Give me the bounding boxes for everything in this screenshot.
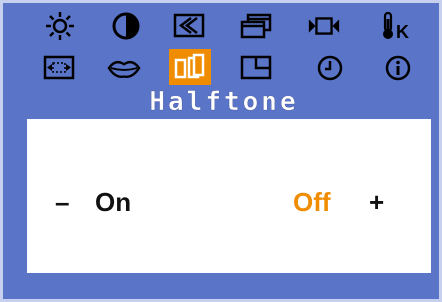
halftone-icon[interactable] <box>169 49 211 85</box>
osd-menu: K Halftone – On Off + <box>0 0 442 302</box>
image-position-icon[interactable] <box>173 11 207 41</box>
clock-icon[interactable] <box>313 53 347 83</box>
increase-button[interactable]: + <box>369 187 384 218</box>
temp-unit-label: K <box>396 22 409 41</box>
pip-icon[interactable] <box>239 53 273 83</box>
option-off[interactable]: Off <box>293 187 331 218</box>
contrast-icon[interactable] <box>109 11 143 41</box>
video-icon[interactable] <box>307 11 341 41</box>
option-on[interactable]: On <box>95 187 131 218</box>
window-icon[interactable] <box>239 11 273 41</box>
option-panel: – On Off + <box>27 119 431 273</box>
submenu-title: Halftone <box>149 87 299 117</box>
lips-icon[interactable] <box>107 53 141 83</box>
information-icon[interactable] <box>381 53 415 83</box>
color-temperature-icon[interactable]: K <box>379 11 419 41</box>
image-size-icon[interactable] <box>43 53 77 83</box>
decrease-button[interactable]: – <box>55 187 69 218</box>
brightness-icon[interactable] <box>43 11 77 41</box>
